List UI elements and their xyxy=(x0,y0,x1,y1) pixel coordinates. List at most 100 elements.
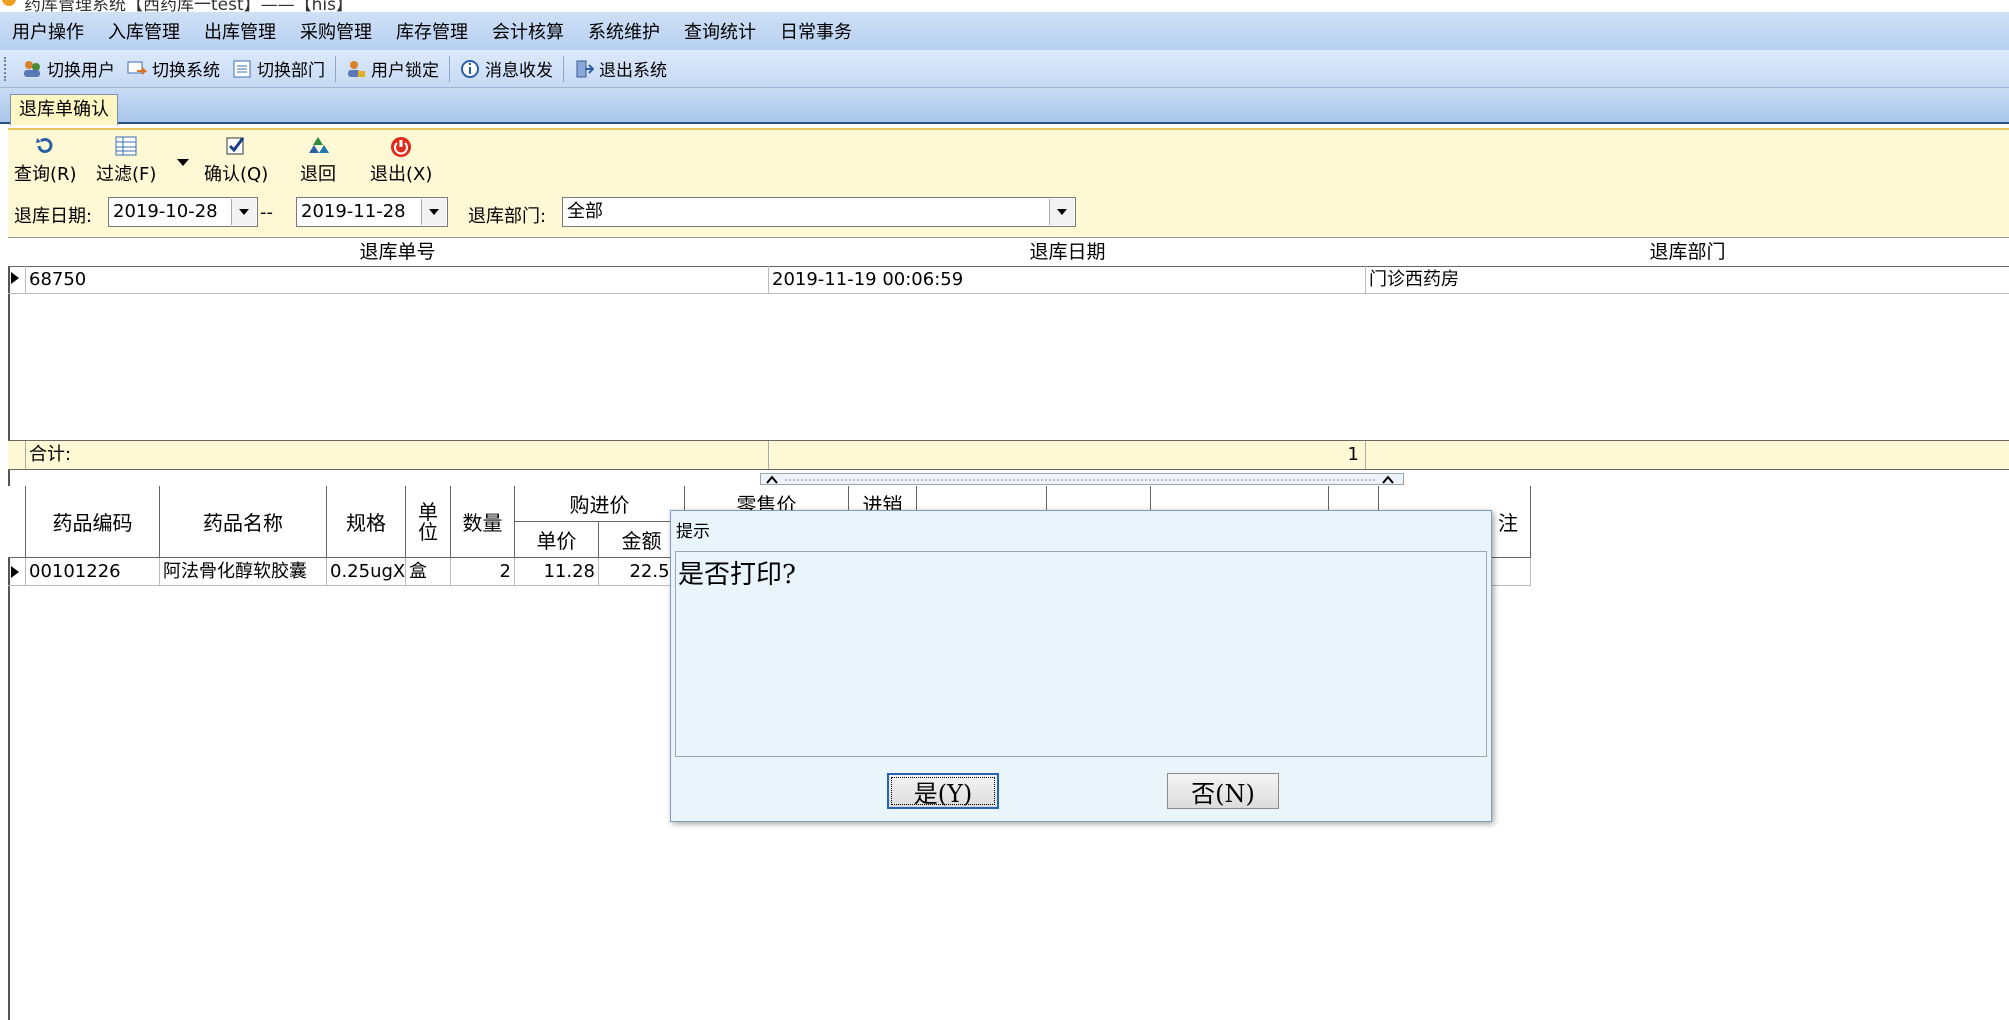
chevron-down-icon[interactable] xyxy=(1049,199,1074,225)
date-from-value: 2019-10-28 xyxy=(113,201,218,222)
date-range-label: 退库日期: xyxy=(14,206,93,227)
column-group-purchase-price: 购进价 xyxy=(515,486,685,522)
user-lock-icon xyxy=(346,59,366,79)
row-indicator xyxy=(8,558,26,586)
switch-system-icon xyxy=(127,59,147,79)
switch-system-button[interactable]: 切换系统 xyxy=(121,56,226,81)
department-icon xyxy=(232,59,252,79)
row-indicator xyxy=(8,266,26,294)
column-header-quantity[interactable]: 数量 xyxy=(451,486,515,558)
dialog-title: 提示 xyxy=(676,522,710,542)
app-icon xyxy=(2,0,16,6)
column-header-unit[interactable]: 单位 xyxy=(406,486,451,558)
window-title: 药库管理系统【西药库一test】——【his】 xyxy=(24,0,354,12)
panel-splitter[interactable] xyxy=(760,473,1404,485)
date-to-value: 2019-11-28 xyxy=(301,201,406,222)
chevron-down-icon[interactable] xyxy=(231,199,256,225)
messages-button[interactable]: 消息收发 xyxy=(454,56,559,81)
toolbar-separator xyxy=(449,55,450,82)
tab-return-confirm[interactable]: 退库单确认 xyxy=(10,94,118,125)
print-prompt-dialog: 提示 是否打印? 是(Y) 否(N) xyxy=(670,510,1492,822)
no-button[interactable]: 否(N) xyxy=(1167,773,1279,809)
exit-label: 退出(X) xyxy=(370,164,433,185)
table-cell-quantity[interactable]: 2 xyxy=(451,558,515,586)
switch-dept-label: 切换部门 xyxy=(257,61,325,81)
menu-purchase[interactable]: 采购管理 xyxy=(288,18,384,44)
return-label: 退回 xyxy=(300,164,336,185)
chevron-down-icon[interactable] xyxy=(421,199,446,225)
chevron-down-icon xyxy=(176,152,190,173)
switch-user-label: 切换用户 xyxy=(47,61,115,81)
date-from-picker[interactable]: 2019-10-28 xyxy=(108,197,258,227)
query-label: 查询(R) xyxy=(14,164,77,185)
filter-dropdown-arrow[interactable] xyxy=(176,152,190,173)
exit-system-button[interactable]: 退出系统 xyxy=(568,56,673,81)
table-cell-unit-price[interactable]: 11.28 xyxy=(515,558,599,586)
messages-label: 消息收发 xyxy=(485,61,553,81)
menu-system[interactable]: 系统维护 xyxy=(576,18,672,44)
menu-outbound[interactable]: 出库管理 xyxy=(192,18,288,44)
return-button[interactable]: 退回 xyxy=(300,134,336,186)
confirm-button[interactable]: 确认(Q) xyxy=(204,134,268,186)
action-bar: 查询(R) 过滤(F) 确认(Q) 退回 退出(X) xyxy=(8,128,2009,188)
menu-user-ops[interactable]: 用户操作 xyxy=(0,18,96,44)
summary-indicator xyxy=(8,441,26,469)
column-header-return-date[interactable]: 退库日期 xyxy=(769,238,1367,267)
table-cell-drug-name[interactable]: 阿法骨化醇软胶囊 xyxy=(160,558,327,586)
menu-query-stats[interactable]: 查询统计 xyxy=(672,18,768,44)
dept-select[interactable]: 全部 xyxy=(562,197,1076,227)
exit-system-label: 退出系统 xyxy=(599,61,667,81)
row-indicator-header xyxy=(8,238,27,267)
power-icon xyxy=(388,134,414,158)
switch-user-button[interactable]: 切换用户 xyxy=(16,56,121,81)
table-cell-order-no[interactable]: 68750 xyxy=(26,266,769,294)
user-lock-label: 用户锁定 xyxy=(371,61,439,81)
table-cell-drug-code[interactable]: 00101226 xyxy=(26,558,160,586)
main-toolbar: 切换用户 切换系统 切换部门 用户锁定 消息收发 退出系统 xyxy=(0,50,2009,88)
dialog-message: 是否打印? xyxy=(675,551,1487,757)
menu-daily[interactable]: 日常事务 xyxy=(768,18,864,44)
column-header-spec[interactable]: 规格 xyxy=(327,486,406,558)
window-titlebar: 药库管理系统【西药库一test】——【his】 xyxy=(0,0,2009,12)
filter-button[interactable]: 过滤(F) xyxy=(96,134,156,186)
column-header-order-no[interactable]: 退库单号 xyxy=(26,238,770,267)
table-cell-return-dept[interactable]: 门诊西药房 xyxy=(1366,266,2009,294)
summary-row: 合计: 1 xyxy=(8,440,2009,470)
table-cell-unit[interactable]: 盒 xyxy=(406,558,451,586)
user-lock-button[interactable]: 用户锁定 xyxy=(340,56,445,81)
confirm-label: 确认(Q) xyxy=(204,164,269,185)
users-icon xyxy=(22,59,42,79)
exit-button[interactable]: 退出(X) xyxy=(370,134,432,186)
switch-dept-button[interactable]: 切换部门 xyxy=(226,56,331,81)
exit-door-icon xyxy=(574,59,594,79)
filter-grid-icon xyxy=(113,134,139,158)
column-header-drug-code[interactable]: 药品编码 xyxy=(26,486,160,558)
menu-accounting[interactable]: 会计核算 xyxy=(480,18,576,44)
date-to-picker[interactable]: 2019-11-28 xyxy=(296,197,448,227)
column-header-drug-name[interactable]: 药品名称 xyxy=(160,486,327,558)
table-cell-spec[interactable]: 0.25ugX xyxy=(327,558,406,586)
column-header-unit-price[interactable]: 单价 xyxy=(515,522,599,558)
row-indicator-header xyxy=(8,486,26,558)
column-header-return-dept[interactable]: 退库部门 xyxy=(1366,238,2009,267)
dept-select-value: 全部 xyxy=(567,201,603,222)
query-button[interactable]: 查询(R) xyxy=(14,134,77,186)
dept-label: 退库部门: xyxy=(468,206,547,227)
refresh-icon xyxy=(32,134,58,158)
switch-system-label: 切换系统 xyxy=(152,61,220,81)
filter-label: 过滤(F) xyxy=(96,164,157,185)
table-cell-return-date[interactable]: 2019-11-19 00:06:59 xyxy=(769,266,1366,294)
date-range-separator: -- xyxy=(260,202,273,223)
summary-count: 1 xyxy=(769,441,1366,469)
recycle-icon xyxy=(305,134,331,158)
yes-button[interactable]: 是(Y) xyxy=(887,773,999,809)
summary-label: 合计: xyxy=(26,441,769,469)
document-tabstrip: 退库单确认 xyxy=(0,88,2009,125)
filter-bar: 退库日期: 2019-10-28 -- 2019-11-28 退库部门: 全部 xyxy=(8,188,2009,238)
toolbar-grip[interactable] xyxy=(4,56,10,81)
checkbox-check-icon xyxy=(223,134,249,158)
menu-inbound[interactable]: 入库管理 xyxy=(96,18,192,44)
info-icon xyxy=(460,59,480,79)
toolbar-separator xyxy=(563,55,564,82)
menu-inventory[interactable]: 库存管理 xyxy=(384,18,480,44)
